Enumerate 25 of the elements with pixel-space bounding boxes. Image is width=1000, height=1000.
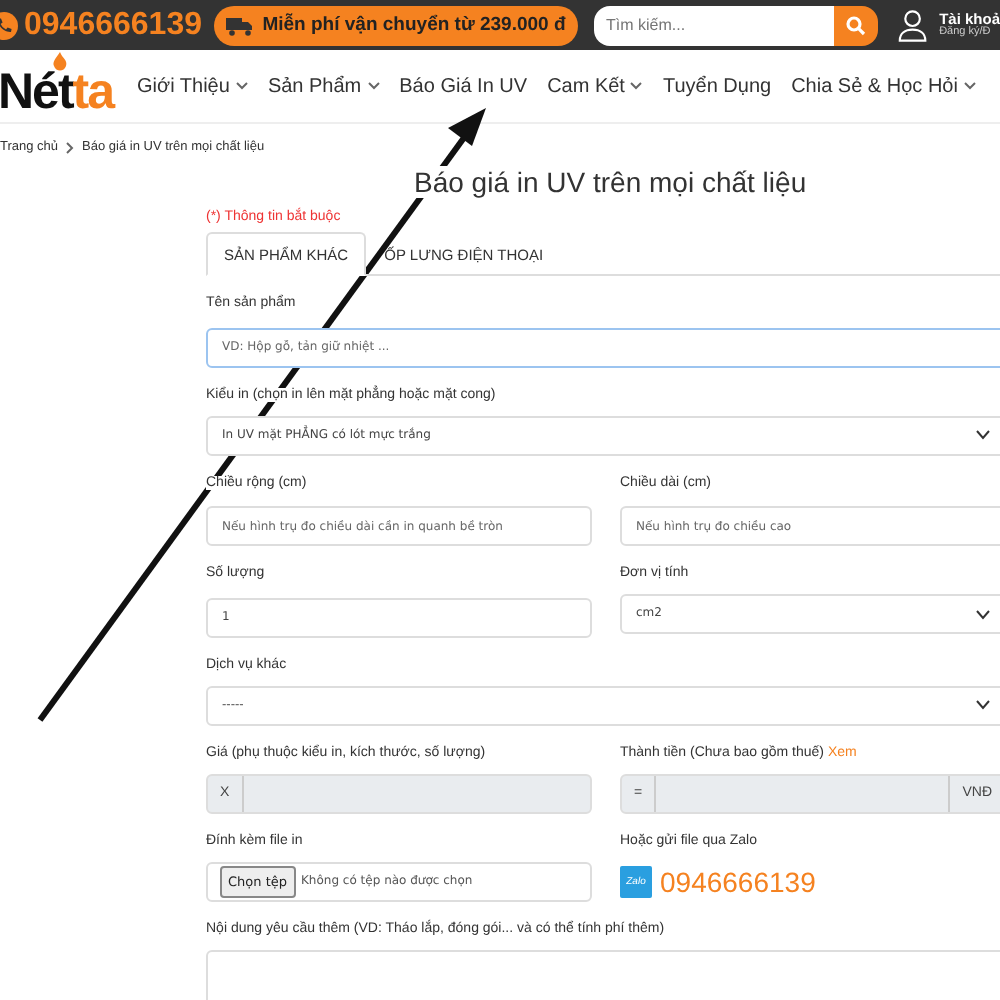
phone-number[interactable]: 0946666139: [24, 7, 202, 43]
textarea-field[interactable]: [206, 949, 1000, 1000]
nav-link[interactable]: Báo Giá In UV: [399, 75, 528, 97]
nav-link[interactable]: Giới Thiệu: [137, 75, 248, 97]
chevron-icon: [630, 82, 643, 90]
nav-link[interactable]: Cam Kết: [547, 75, 643, 97]
chevron-icon: [235, 82, 248, 90]
shipping-text: Miễn phí vận chuyển từ 239.000 đ: [262, 14, 566, 36]
nav-link[interactable]: Tuyển Dụng: [662, 75, 772, 97]
nav-link[interactable]: Chia Sẻ & Học Hỏi: [791, 75, 976, 97]
truck-icon: [226, 15, 255, 35]
search-button[interactable]: [834, 5, 878, 45]
user-icon[interactable]: [898, 7, 928, 43]
search-field[interactable]: Tìm kiếm...: [594, 5, 834, 45]
chevron-icon: [976, 430, 990, 440]
chevron-icon: [367, 82, 380, 90]
search-icon: [846, 15, 866, 35]
flame-icon: [52, 51, 68, 71]
chevron-icon: [963, 82, 976, 90]
chevron-icon: [976, 700, 990, 710]
chevron-icon: [66, 141, 75, 153]
nav-link[interactable]: Sản Phẩm: [267, 75, 380, 97]
chevron-icon: [976, 609, 990, 619]
page-title: Báo giá in UV trên mọi chất liệu: [414, 166, 807, 198]
logo[interactable]: Nétta: [0, 51, 114, 121]
